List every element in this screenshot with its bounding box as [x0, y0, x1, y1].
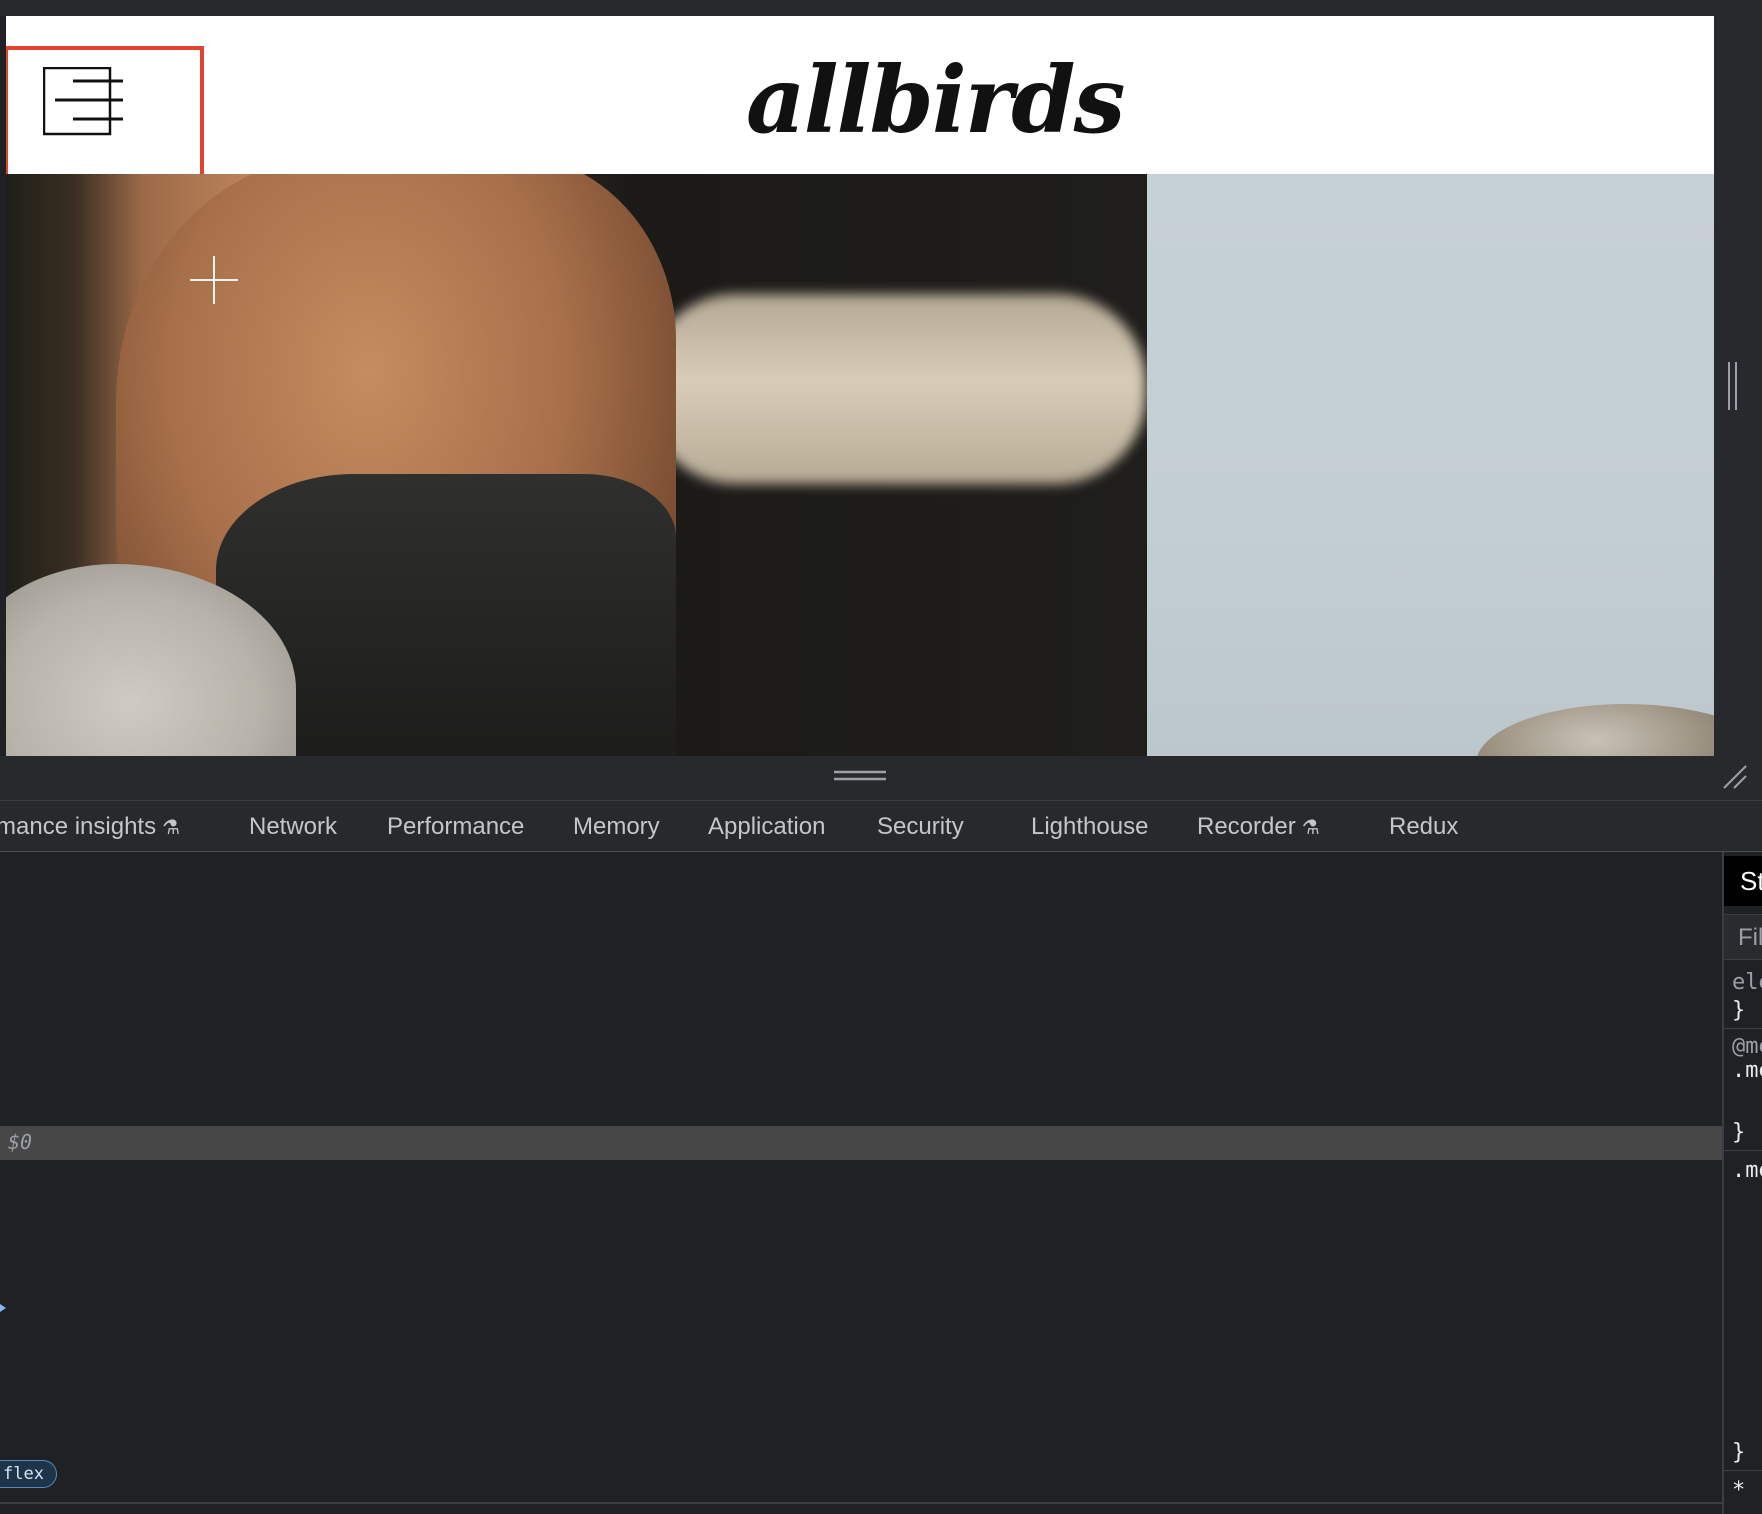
flask-icon: ⚗	[1301, 817, 1320, 839]
hero-image	[6, 174, 1714, 756]
tab-label: Lighthouse	[1031, 813, 1149, 840]
hero-photo-right	[1147, 174, 1714, 756]
tab-label: Network	[249, 813, 338, 840]
tab-label: mance insights	[0, 813, 157, 840]
resize-corner-icon[interactable]	[1720, 762, 1748, 790]
style-rule-line: }	[1732, 998, 1746, 1023]
tab-styles[interactable]: St	[1724, 856, 1762, 906]
style-rule-line: }	[1732, 1120, 1746, 1145]
drag-handle-icon[interactable]	[834, 770, 886, 782]
hero-photo-arm	[646, 294, 1146, 484]
site-header: allbirds	[6, 16, 1714, 196]
rule-separator	[1724, 1150, 1762, 1151]
flex-badge[interactable]: flex	[0, 1460, 57, 1488]
expand-arrow-icon[interactable]	[0, 1304, 6, 1312]
tab-application[interactable]: Application	[708, 813, 825, 841]
resize-grip-icon[interactable]	[1726, 360, 1740, 412]
flask-icon: ⚗	[162, 817, 181, 839]
styles-panel: St Fil ele } @me .me } .me } *	[1722, 852, 1762, 1514]
style-rule-line: .me	[1732, 1058, 1762, 1083]
selected-dom-node-row[interactable]: $0	[0, 1126, 1722, 1160]
tab-label: Redux	[1389, 813, 1459, 840]
tab-label: Recorder	[1197, 813, 1296, 840]
tab-label: Security	[877, 813, 964, 840]
page-viewport: allbirds	[6, 16, 1714, 756]
style-rule-line: .me	[1732, 1158, 1762, 1183]
style-rule-line: ele	[1732, 970, 1762, 995]
devtools-tab-bar: mance insights ⚗ Network Performance Memo…	[0, 800, 1762, 852]
tab-label: Performance	[387, 813, 525, 840]
tab-security[interactable]: Security	[877, 813, 964, 841]
panel-divider	[0, 1502, 1722, 1504]
crosshair-cursor-icon	[190, 256, 238, 304]
tab-memory[interactable]: Memory	[573, 813, 660, 841]
tab-network[interactable]: Network	[249, 813, 337, 841]
styles-filter-input[interactable]: Fil	[1724, 914, 1762, 960]
tab-lighthouse[interactable]: Lighthouse	[1031, 813, 1148, 841]
tab-label: Application	[708, 813, 826, 840]
elements-panel: $0 flex	[0, 852, 1722, 1514]
tab-label: Memory	[573, 813, 660, 840]
style-rule-line: }	[1732, 1440, 1746, 1465]
style-rule-line: @me	[1732, 1034, 1762, 1059]
browser-top-strip	[0, 0, 1762, 16]
rule-separator	[1724, 1028, 1762, 1029]
tab-recorder[interactable]: Recorder ⚗	[1197, 813, 1320, 841]
tab-performance[interactable]: Performance	[387, 813, 524, 841]
tab-performance-insights[interactable]: mance insights ⚗	[0, 813, 180, 841]
selected-node-marker: $0	[8, 1130, 33, 1154]
brand-logo[interactable]: allbirds	[746, 54, 1125, 146]
tab-redux[interactable]: Redux	[1389, 813, 1458, 841]
rule-separator	[1724, 1470, 1762, 1471]
style-rule-line: *	[1732, 1478, 1746, 1503]
